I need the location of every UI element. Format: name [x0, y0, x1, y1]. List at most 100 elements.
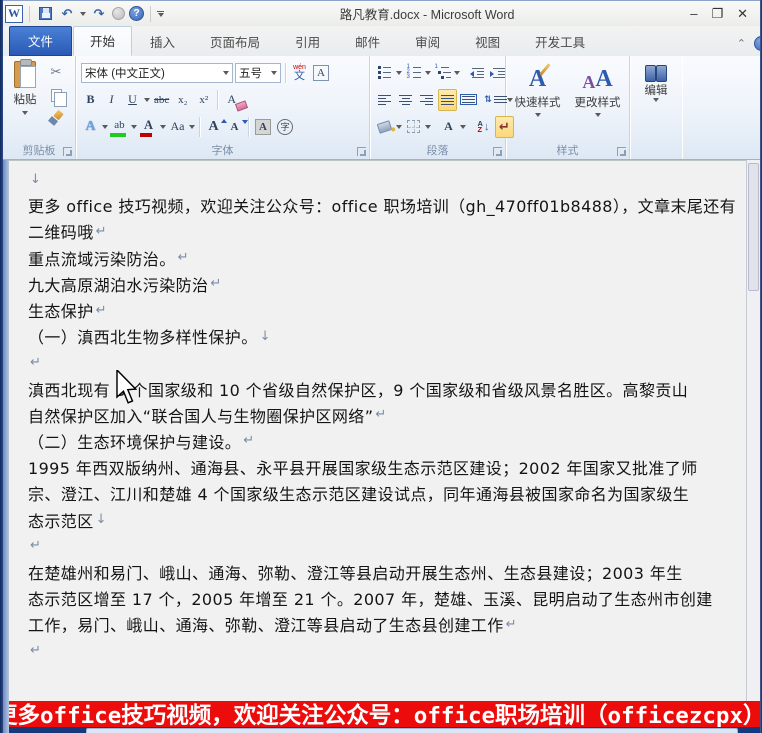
collapse-ribbon-icon[interactable]: ⌃	[737, 37, 746, 50]
change-styles-button[interactable]: AA 更改样式	[570, 59, 626, 142]
align-left-button[interactable]	[375, 89, 394, 111]
borders-dropdown-arrow-icon[interactable]	[425, 125, 431, 129]
document-line[interactable]: 在楚雄州和易门、峨山、通海、弥勒、澄江等县启动开展生态州、生态县建设；2003 …	[28, 559, 746, 585]
redo-button[interactable]: ↷	[90, 5, 108, 23]
phonetic-guide-button[interactable]: wén 文	[290, 62, 309, 84]
italic-button[interactable]: I	[102, 89, 121, 111]
font-name-combobox[interactable]: 宋体 (中文正文)	[81, 63, 233, 83]
ribbon-tab-引用[interactable]: 引用	[278, 27, 337, 56]
copy-button[interactable]	[45, 85, 67, 105]
asian-layout-button[interactable]: A	[439, 116, 458, 138]
subscript-button[interactable]: x₂	[173, 89, 192, 111]
minimize-button[interactable]: –	[690, 6, 697, 22]
ribbon-tab-插入[interactable]: 插入	[133, 27, 192, 56]
save-button[interactable]	[36, 5, 54, 23]
ribbon-tab-视图[interactable]: 视图	[458, 27, 517, 56]
superscript-button[interactable]: x²	[194, 89, 213, 111]
text-effects-button[interactable]: A	[81, 116, 100, 138]
document-line[interactable]: 九大高原湖泊水污染防治↵	[28, 271, 746, 297]
document-line[interactable]: 态示范区↓	[28, 506, 746, 532]
ribbon-tab-文件[interactable]: 文件	[9, 26, 72, 56]
ribbon-tab-开始[interactable]: 开始	[73, 26, 132, 56]
font-color-dropdown-arrow-icon[interactable]	[160, 125, 166, 129]
document-line[interactable]: （一）滇西北生物多样性保护。↓	[28, 323, 746, 349]
font-color-button[interactable]: A	[139, 116, 158, 138]
editing-dropdown-arrow-icon[interactable]	[653, 98, 659, 102]
document-line[interactable]: 重点流域污染防治。↵	[28, 245, 746, 271]
undo-button[interactable]: ↶	[58, 5, 76, 23]
document-line[interactable]: 工作，易门、峨山、通海、弥勒、澄江等县启动了生态县创建工作↵	[28, 611, 746, 637]
ribbon-tab-开发工具[interactable]: 开发工具	[518, 27, 602, 56]
quick-styles-button[interactable]: A 快速样式	[510, 59, 566, 142]
paste-dropdown-arrow-icon[interactable]	[22, 111, 28, 115]
shading-button[interactable]	[375, 116, 394, 138]
ribbon-tab-审阅[interactable]: 审阅	[398, 27, 457, 56]
undo-dropdown-arrow-icon[interactable]	[80, 12, 86, 16]
document-line[interactable]: 二维码哦↵	[28, 218, 746, 244]
justify-button[interactable]	[438, 89, 457, 111]
ribbon-tab-页面布局[interactable]: 页面布局	[193, 27, 277, 56]
asian-layout-dropdown-arrow-icon[interactable]	[460, 125, 466, 129]
strikethrough-button[interactable]: abc	[152, 89, 171, 111]
clipboard-dialog-launcher[interactable]	[63, 147, 72, 156]
bullets-button[interactable]	[375, 62, 394, 84]
editing-button[interactable]: 编辑	[632, 59, 680, 142]
document-page[interactable]: ↓更多 office 技巧视频，欢迎关注公众号：office 职场培训（gh_4…	[9, 160, 746, 733]
shrink-font-button[interactable]: A	[225, 116, 244, 138]
document-line[interactable]: ↵	[28, 637, 746, 663]
bold-button[interactable]: B	[81, 89, 100, 111]
numbering-button[interactable]: 1 2 3	[404, 62, 423, 84]
align-right-button[interactable]	[417, 89, 436, 111]
format-painter-button[interactable]	[45, 108, 67, 128]
change-case-dropdown-arrow-icon[interactable]	[189, 125, 195, 129]
disabled-button-icon	[112, 7, 125, 20]
maximize-button[interactable]: ❐	[711, 6, 723, 22]
document-line[interactable]: 态示范区增至 17 个，2005 年增至 21 个。2007 年，楚雄、玉溪、昆…	[28, 585, 746, 611]
document-line[interactable]: 宗、澄江、江川和楚雄 4 个国家级生态示范区建设试点，同年通海县被国家命名为国家…	[28, 480, 746, 506]
enclose-characters-button[interactable]: 字	[275, 116, 295, 138]
help-button[interactable]: ?	[129, 6, 144, 21]
bullets-dropdown-arrow-icon[interactable]	[396, 71, 402, 75]
paragraph-dialog-launcher[interactable]	[493, 147, 502, 156]
grow-font-button[interactable]: A	[204, 116, 223, 138]
styles-dialog-launcher[interactable]	[617, 147, 626, 156]
vertical-scrollbar-thumb[interactable]	[748, 163, 759, 291]
paste-button[interactable]: 粘贴	[5, 59, 45, 142]
font-size-combobox[interactable]: 五号	[235, 63, 281, 83]
horizontal-scrollbar[interactable]	[86, 728, 738, 733]
sort-button[interactable]: AZ ↓	[474, 116, 493, 138]
decrease-indent-button[interactable]	[468, 62, 487, 84]
clear-formatting-button[interactable]: A	[222, 89, 241, 111]
customize-qat-button[interactable]	[157, 11, 164, 17]
text-effects-dropdown-arrow-icon[interactable]	[102, 125, 108, 129]
quick-styles-dropdown-arrow-icon[interactable]	[535, 113, 541, 117]
change-styles-dropdown-arrow-icon[interactable]	[595, 113, 601, 117]
word-app-icon[interactable]: W	[5, 5, 23, 23]
multilevel-dropdown-arrow-icon[interactable]	[454, 71, 460, 75]
document-line[interactable]: ↵	[28, 533, 746, 559]
highlight-dropdown-arrow-icon[interactable]	[131, 125, 137, 129]
font-dialog-launcher[interactable]	[357, 147, 366, 156]
close-button[interactable]: ✕	[737, 6, 748, 22]
multilevel-list-button[interactable]: 1	[433, 62, 452, 84]
distributed-button[interactable]	[459, 89, 478, 111]
vertical-scrollbar[interactable]	[746, 160, 760, 733]
change-case-button[interactable]: Aa	[168, 116, 187, 138]
document-line[interactable]: 更多 office 技巧视频，欢迎关注公众号：office 职场培训（gh_47…	[28, 192, 746, 218]
line-spacing-button[interactable]: ⇅	[486, 89, 505, 111]
align-center-button[interactable]	[396, 89, 415, 111]
document-line[interactable]: （二）生态环境保护与建设。↵	[28, 428, 746, 454]
document-line[interactable]: 1995 年西双版纳州、通海县、永平县开展国家级生态示范区建设；2002 年国家…	[28, 454, 746, 480]
document-line[interactable]: ↓	[28, 166, 746, 192]
underline-button[interactable]: U	[123, 89, 142, 111]
character-shading-button[interactable]: A	[253, 116, 273, 138]
shading-dropdown-arrow-icon[interactable]	[396, 125, 402, 129]
underline-dropdown-arrow-icon[interactable]	[144, 98, 150, 102]
character-border-button[interactable]: A	[311, 62, 331, 84]
document-line[interactable]: 生态保护↵	[28, 297, 746, 323]
numbering-dropdown-arrow-icon[interactable]	[425, 71, 431, 75]
ribbon-tab-邮件[interactable]: 邮件	[338, 27, 397, 56]
borders-button[interactable]	[404, 116, 423, 138]
text-highlight-button[interactable]: ab	[110, 116, 129, 138]
cut-button[interactable]: ✂	[45, 62, 67, 82]
